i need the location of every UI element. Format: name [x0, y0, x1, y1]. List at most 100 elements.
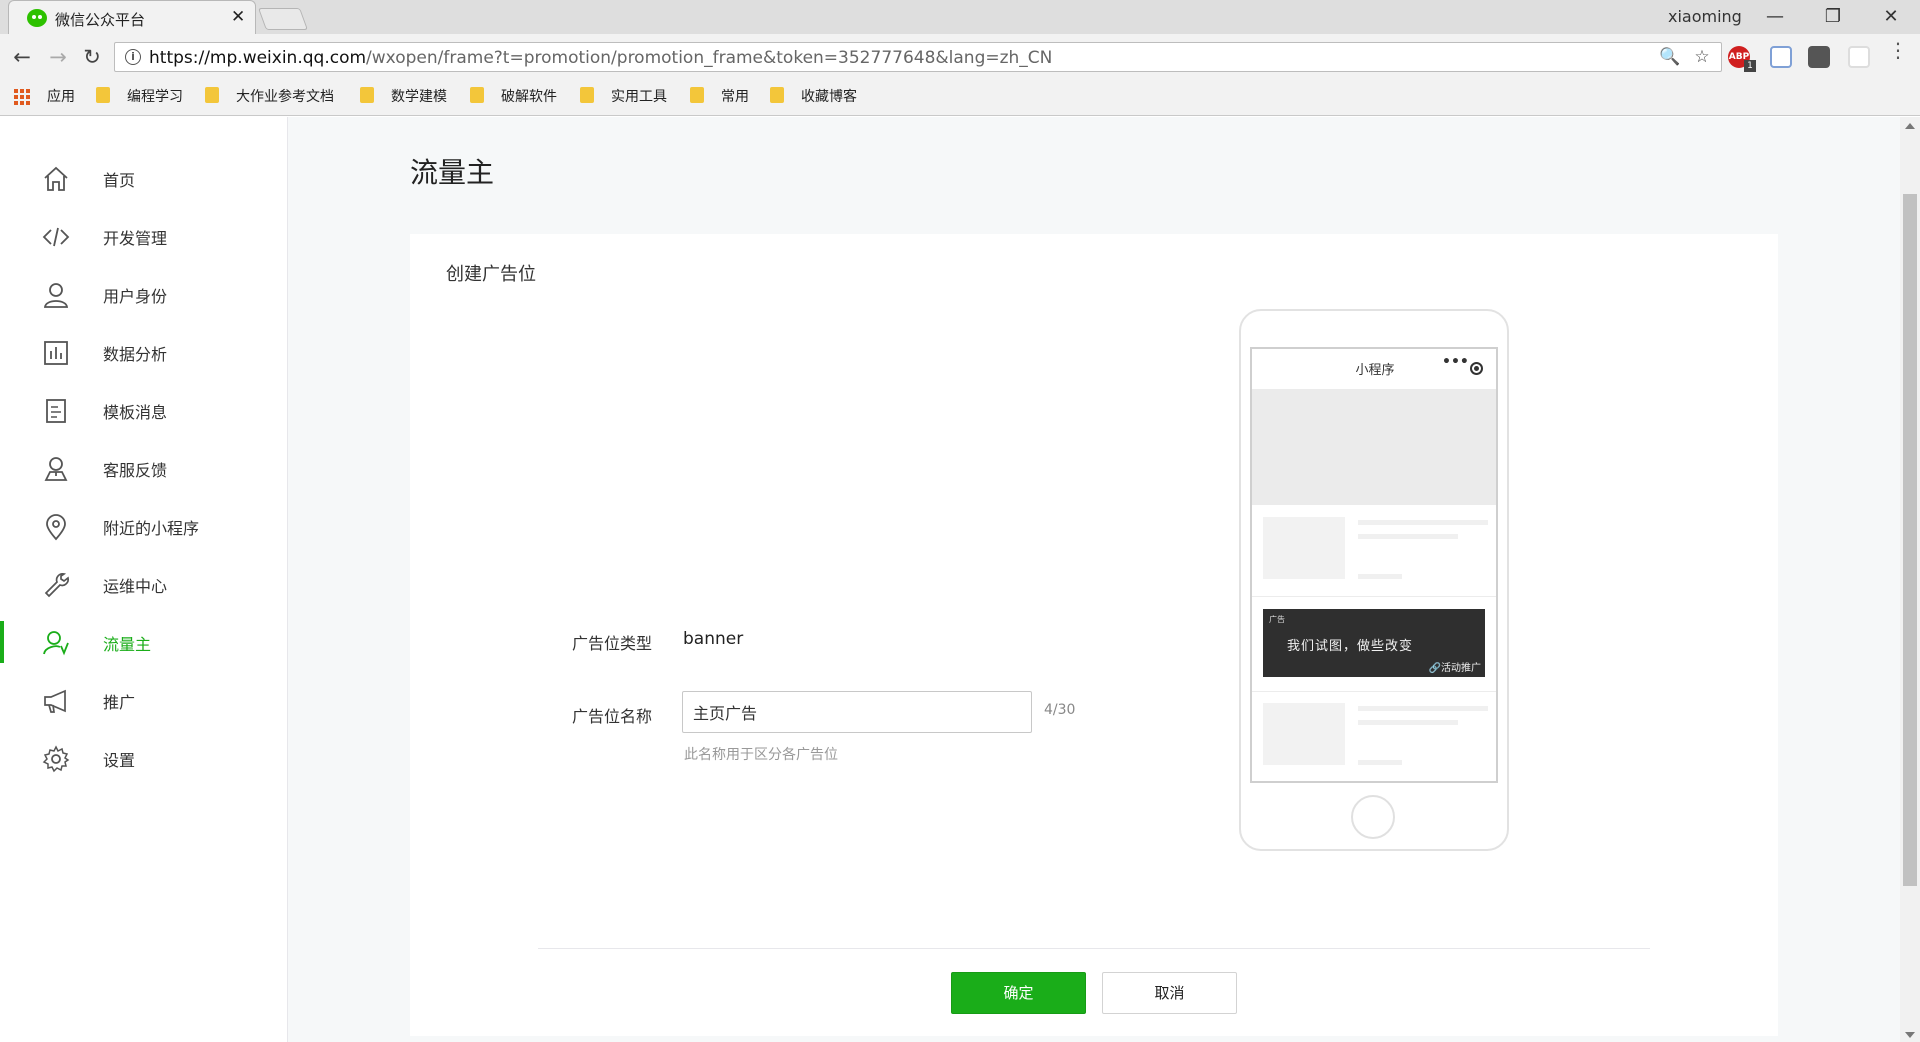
- bookmarks-bar: 应用 编程学习 大作业参考文档 数学建模 破解软件 实用工具 常用 收藏博客: [0, 80, 1920, 110]
- cancel-button[interactable]: 取消: [1102, 972, 1237, 1014]
- page-title: 流量主: [410, 156, 495, 189]
- user-icon: [43, 283, 69, 308]
- ad-name-label: 广告位名称: [572, 707, 653, 726]
- folder-icon: [580, 87, 594, 103]
- sidebar-item-traffic-owner[interactable]: 流量主: [0, 619, 288, 665]
- folder-icon: [470, 87, 484, 103]
- card-title: 创建广告位: [446, 264, 536, 285]
- bookmark-folder[interactable]: 编程学习: [127, 86, 183, 106]
- phone-preview: 小程序 ••• 广告 我们试图，做些改变 🔗活动推广: [1239, 309, 1509, 851]
- bookmark-folder[interactable]: 数学建模: [391, 86, 447, 106]
- folder-icon: [690, 87, 704, 103]
- back-arrow-icon[interactable]: ←: [10, 45, 34, 69]
- sidebar-item-customer-feedback[interactable]: 客服反馈: [0, 445, 288, 491]
- bookmark-star-icon[interactable]: ☆: [1692, 47, 1712, 67]
- gear-icon: [42, 745, 70, 773]
- sidebar-item-label: 首页: [103, 171, 136, 190]
- bookmark-folder[interactable]: 大作业参考文档: [236, 86, 334, 106]
- new-tab-button[interactable]: [257, 8, 309, 30]
- browser-profile-name[interactable]: xiaoming: [1668, 7, 1742, 26]
- browser-toolbar: ← → ↻ i https://mp.weixin.qq.com/wxopen/…: [0, 34, 1920, 116]
- more-dots-icon: •••: [1442, 354, 1469, 370]
- browser-menu-icon[interactable]: ⋮: [1888, 40, 1908, 60]
- placeholder-thumb: [1263, 703, 1345, 765]
- confirm-button[interactable]: 确定: [951, 972, 1086, 1014]
- ad-type-label: 广告位类型: [572, 634, 653, 653]
- placeholder-thumb: [1263, 517, 1345, 579]
- tab-title: 微信公众平台: [55, 11, 146, 29]
- sidebar-item-label: 流量主: [103, 635, 152, 654]
- placeholder-line: [1358, 760, 1402, 765]
- scroll-thumb[interactable]: [1903, 194, 1917, 886]
- folder-icon: [360, 87, 374, 103]
- form-divider: [538, 948, 1650, 949]
- chart-icon: [44, 341, 68, 365]
- sidebar-item-user-identity[interactable]: 用户身份: [0, 271, 288, 317]
- sidebar-item-label: 数据分析: [103, 345, 168, 364]
- sidebar-item-dev-management[interactable]: 开发管理: [0, 213, 288, 259]
- bookmark-apps[interactable]: 应用: [47, 86, 75, 106]
- extension-lightbulb-icon[interactable]: [1808, 46, 1830, 68]
- forward-arrow-icon[interactable]: →: [46, 45, 70, 69]
- ad-tag: 广告: [1269, 615, 1285, 624]
- apps-grid-icon[interactable]: [14, 89, 30, 105]
- sidebar-item-promotion[interactable]: 推广: [0, 677, 288, 723]
- url-text[interactable]: https://mp.weixin.qq.com/wxopen/frame?t=…: [149, 48, 1052, 68]
- ad-name-hint: 此名称用于区分各广告位: [684, 747, 838, 763]
- placeholder-line: [1358, 720, 1458, 725]
- divider: [1252, 691, 1496, 692]
- page-scrollbar[interactable]: [1900, 117, 1920, 1042]
- sidebar-item-ops-center[interactable]: 运维中心: [0, 561, 288, 607]
- sidebar-item-label: 运维中心: [103, 577, 168, 596]
- phone-home-button: [1351, 795, 1395, 839]
- placeholder-line: [1358, 520, 1488, 525]
- service-icon: [44, 457, 68, 481]
- placeholder-line: [1358, 706, 1488, 711]
- scroll-up-arrow-icon[interactable]: [1905, 123, 1915, 129]
- sidebar-item-label: 模板消息: [103, 403, 168, 422]
- window-restore-button[interactable]: ❐: [1810, 4, 1856, 30]
- traffic-owner-icon: [43, 631, 69, 656]
- zoom-icon[interactable]: 🔍: [1659, 47, 1680, 67]
- placeholder-line: [1358, 534, 1458, 539]
- ad-link: 🔗活动推广: [1428, 663, 1481, 674]
- sidebar-item-data-analysis[interactable]: 数据分析: [0, 329, 288, 375]
- window-minimize-button[interactable]: —: [1752, 4, 1798, 30]
- address-bar[interactable]: i https://mp.weixin.qq.com/wxopen/frame?…: [114, 42, 1722, 72]
- code-icon: [42, 227, 70, 247]
- ad-name-counter: 4/30: [1044, 702, 1076, 718]
- banner-ad-preview: 广告 我们试图，做些改变 🔗活动推广: [1263, 609, 1485, 677]
- folder-icon: [770, 87, 784, 103]
- reload-icon[interactable]: ↻: [80, 45, 104, 69]
- extension-shield-icon[interactable]: [1770, 46, 1792, 68]
- tab-close-icon[interactable]: ✕: [231, 7, 245, 27]
- sidebar-nav: 首页 开发管理 用户身份 数据分析 模板消息 客服反馈 附近的小程序 运维中心 …: [0, 117, 288, 1042]
- browser-tab-active[interactable]: 微信公众平台 ✕: [8, 0, 256, 36]
- bookmark-folder[interactable]: 破解软件: [501, 86, 557, 106]
- bookmark-folder[interactable]: 常用: [721, 86, 749, 106]
- divider: [1252, 596, 1496, 597]
- sidebar-item-label: 用户身份: [103, 287, 168, 306]
- sidebar-item-settings[interactable]: 设置: [0, 735, 288, 781]
- placeholder-hero: [1252, 389, 1496, 505]
- megaphone-icon: [44, 689, 66, 713]
- wechat-favicon-icon: [27, 9, 47, 27]
- phone-screen: 小程序 ••• 广告 我们试图，做些改变 🔗活动推广: [1250, 347, 1498, 783]
- close-target-icon: [1470, 362, 1483, 375]
- ad-name-input[interactable]: [682, 691, 1032, 733]
- wrench-icon: [44, 573, 69, 598]
- sidebar-item-nearby-miniprogram[interactable]: 附近的小程序: [0, 503, 288, 549]
- adblock-badge: 1: [1744, 60, 1756, 72]
- site-info-icon[interactable]: i: [125, 49, 141, 65]
- browser-titlebar: 微信公众平台 ✕ xiaoming — ❐ ✕: [0, 0, 1920, 36]
- bookmark-folder[interactable]: 收藏博客: [801, 86, 857, 106]
- home-icon: [44, 166, 68, 191]
- window-close-button[interactable]: ✕: [1868, 4, 1914, 30]
- sidebar-item-template-message[interactable]: 模板消息: [0, 387, 288, 433]
- extension-ghost-icon[interactable]: [1848, 46, 1870, 68]
- scroll-down-arrow-icon[interactable]: [1905, 1032, 1915, 1038]
- sidebar-item-home[interactable]: 首页: [0, 155, 288, 201]
- location-icon: [46, 514, 66, 541]
- ad-type-value: banner: [683, 629, 744, 649]
- bookmark-folder[interactable]: 实用工具: [611, 86, 667, 106]
